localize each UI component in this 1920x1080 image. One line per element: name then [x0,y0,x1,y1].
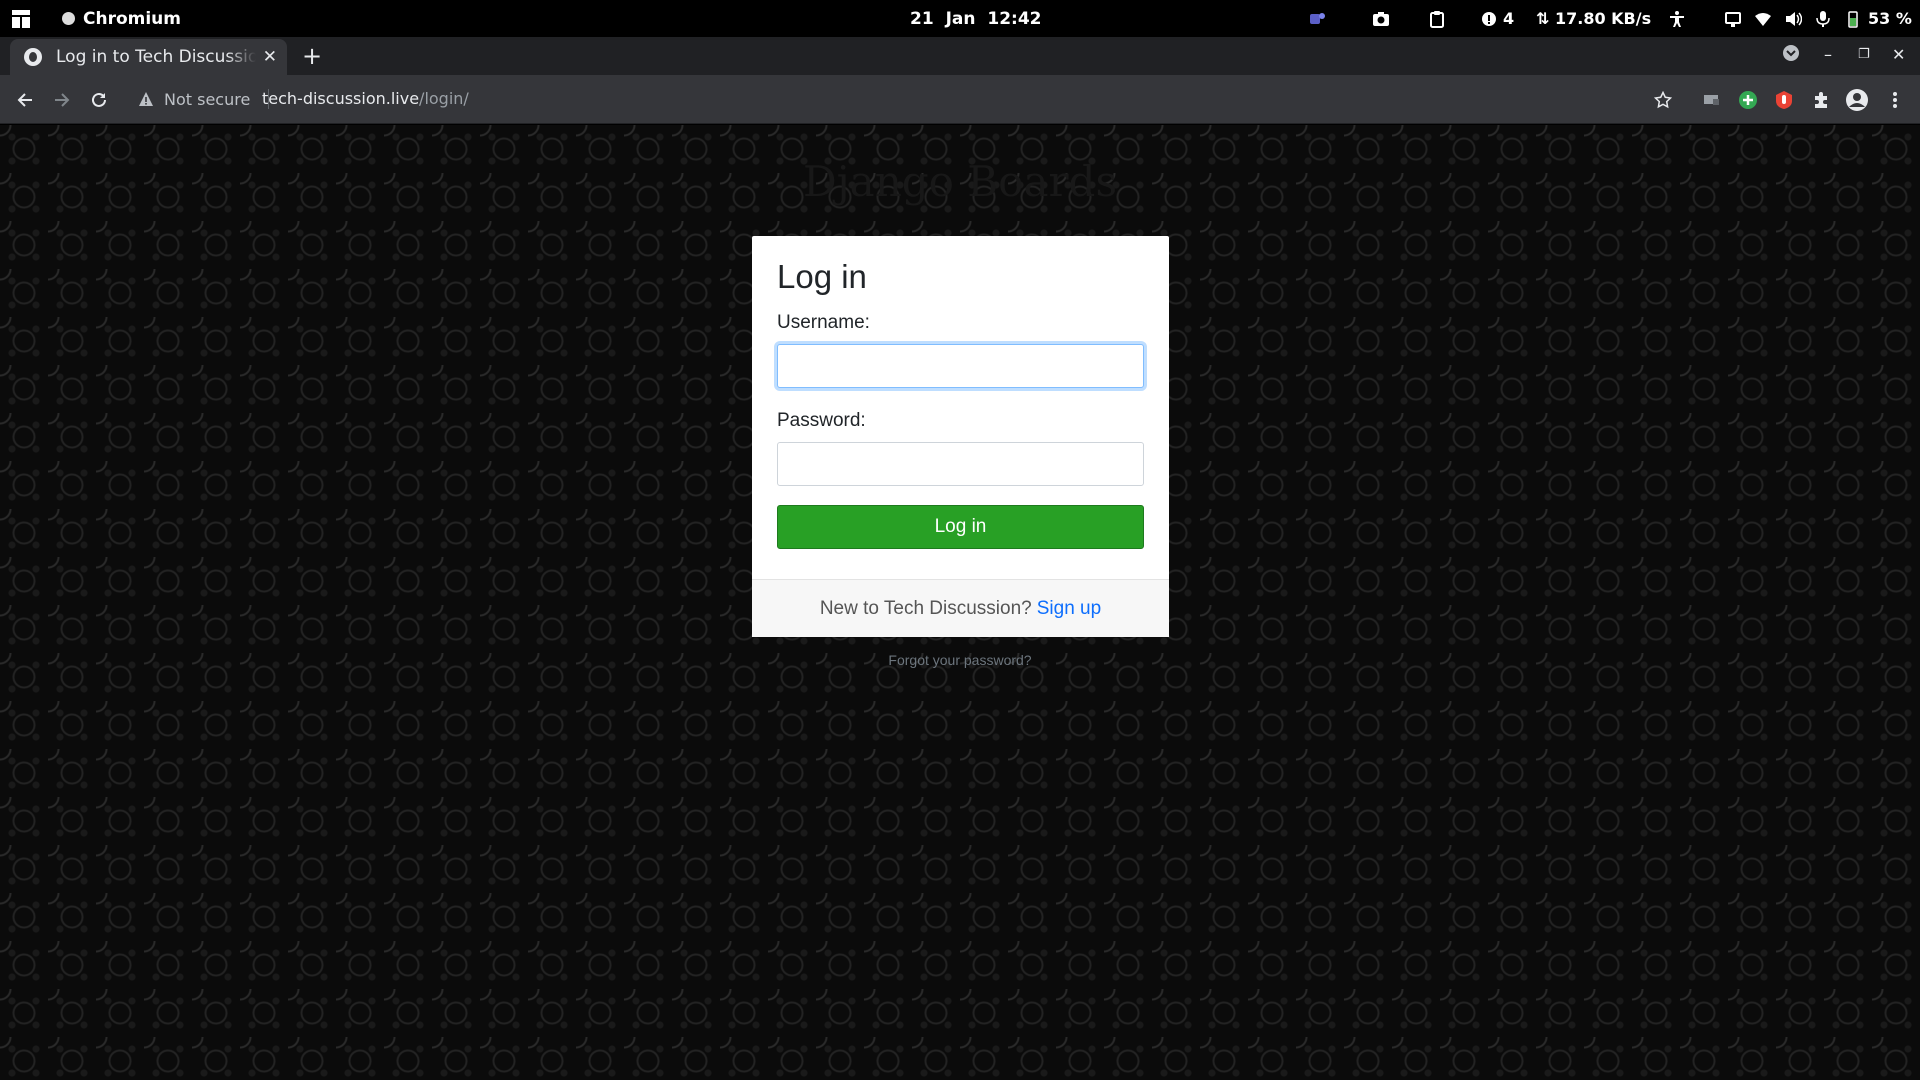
restore-window-icon[interactable]: ❐ [1858,47,1870,62]
teams-icon[interactable] [1306,0,1328,37]
browser-tab-strip: Log in to Tech Discussion ✕ + – ❐ ✕ [0,37,1920,75]
chromium-icon [62,12,75,25]
extensions-puzzle-icon[interactable] [1808,87,1834,113]
login-card: Log in Username: Password: Log in New to… [752,236,1169,637]
signup-prompt: New to Tech Discussion? [819,597,1032,619]
active-app-menu[interactable]: Chromium [62,0,181,37]
battery-percentage: 53 % [1868,9,1912,28]
system-top-bar: Chromium 21 Jan 12:42 4 ⇅ 17.80 KB/s 53 … [0,0,1920,37]
login-submit-button[interactable]: Log in [777,505,1144,549]
browser-toolbar: Not secure tech-discussion.live/login/ [0,75,1920,124]
username-input[interactable] [777,344,1144,388]
volume-icon[interactable] [1782,0,1804,37]
bookmark-star-icon[interactable] [1650,87,1676,113]
accessibility-icon[interactable] [1666,0,1688,37]
wifi-icon[interactable] [1752,0,1774,37]
app-grid-icon[interactable] [12,0,32,37]
username-label: Username: [777,312,870,333]
password-label: Password: [777,410,866,431]
close-window-icon[interactable]: ✕ [1892,45,1905,64]
password-input[interactable] [777,442,1144,486]
reload-icon[interactable] [86,87,112,113]
site-brand-title[interactable]: Django Boards [0,157,1920,206]
extension-green-plus-icon[interactable] [1735,87,1761,113]
minimize-window-icon[interactable]: – [1824,45,1832,64]
browser-tab-active[interactable]: Log in to Tech Discussion ✕ [10,39,287,75]
clipboard-icon[interactable] [1426,0,1448,37]
tab-title: Log in to Tech Discussion [56,47,256,67]
security-label: Not secure [164,89,251,109]
screenshot-icon[interactable] [1370,0,1392,37]
extension-screen-icon[interactable] [1698,87,1724,113]
address-bar[interactable]: tech-discussion.live/login/ [262,89,469,108]
site-security-indicator[interactable]: Not secure [138,89,270,109]
battery-icon[interactable] [1842,0,1864,37]
tab-close-icon[interactable]: ✕ [263,47,277,67]
display-icon[interactable] [1722,0,1744,37]
back-arrow-icon[interactable] [12,87,38,113]
page-background: Django Boards Log in Username: Password:… [0,125,1920,1080]
tab-search-icon[interactable] [1782,44,1800,66]
url-path: /login/ [419,89,469,108]
microphone-icon[interactable] [1812,0,1834,37]
notification-icon[interactable] [1478,0,1500,37]
profile-avatar-icon[interactable] [1844,87,1870,113]
new-tab-icon[interactable]: + [302,42,322,70]
active-app-label: Chromium [83,8,181,29]
url-domain: tech-discussion.live [262,89,420,108]
warning-icon [139,92,153,106]
signup-link[interactable]: Sign up [1037,598,1101,620]
notification-count: 4 [1503,9,1515,28]
browser-menu-icon[interactable] [1882,87,1908,113]
extension-red-icon[interactable] [1771,87,1797,113]
network-speed: ⇅ 17.80 KB/s [1536,9,1652,28]
login-heading: Log in [777,258,867,295]
signup-footer: New to Tech Discussion? Sign up [752,579,1169,637]
tab-favicon-icon [24,48,42,66]
forgot-password-link[interactable]: Forgot your password? [0,652,1920,668]
forward-arrow-icon[interactable] [49,87,75,113]
clock[interactable]: 21 Jan 12:42 [910,0,1042,37]
